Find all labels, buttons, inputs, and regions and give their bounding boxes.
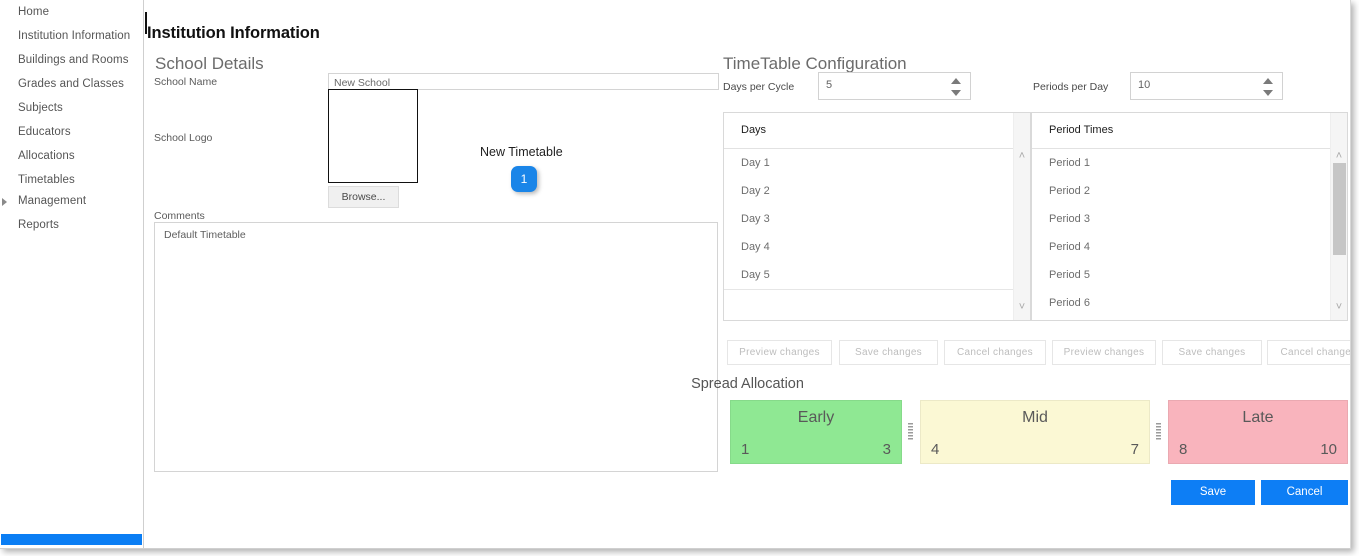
periods-preview-changes-button[interactable]: Preview changes (1052, 340, 1156, 365)
sidebar-item-home[interactable]: Home (18, 6, 49, 18)
sidebar-item-timetables[interactable]: Timetables (18, 174, 75, 186)
scroll-up-icon[interactable]: ˄ (1334, 151, 1344, 162)
triangle-right-icon (2, 198, 7, 206)
days-list-panel: Days Day 1 Day 2 Day 3 Day 4 Day 5 ˄ ˅ (723, 112, 1031, 321)
periods-per-day-stepper-arrows[interactable] (1263, 78, 1274, 96)
periods-save-changes-button[interactable]: Save changes (1162, 340, 1262, 365)
period-times-list-panel: Period Times Period 1 Period 2 Period 3 … (1031, 112, 1348, 321)
chevron-up-icon[interactable] (951, 78, 961, 84)
list-item[interactable]: Period 4 (1032, 233, 1330, 261)
timetable-name-label: New Timetable (480, 145, 563, 159)
days-list-body[interactable]: Day 1 Day 2 Day 3 Day 4 Day 5 (724, 149, 1013, 320)
sidebar-item-allocations[interactable]: Allocations (18, 150, 75, 162)
spread-block-title: Mid (1022, 409, 1048, 426)
days-per-cycle-label: Days per Cycle (723, 81, 795, 93)
application-window: Home Institution Information Buildings a… (0, 0, 1351, 549)
sidebar-navigation: Home Institution Information Buildings a… (0, 0, 144, 548)
list-item[interactable]: Period 5 (1032, 261, 1330, 289)
list-item[interactable]: Day 5 (724, 261, 1013, 289)
main-content: Institution Information School Details S… (145, 0, 1350, 548)
list-item[interactable]: Day 2 (724, 177, 1013, 205)
days-preview-changes-button[interactable]: Preview changes (727, 340, 832, 365)
spread-block-start: 8 (1179, 441, 1188, 458)
spread-block-start: 4 (931, 441, 940, 458)
days-per-cycle-value: 5 (826, 79, 833, 91)
save-button[interactable]: Save (1171, 480, 1255, 505)
spread-block-title: Late (1242, 409, 1274, 426)
period-times-list-header-label: Period Times (1049, 124, 1114, 136)
spread-block-end: 3 (882, 441, 891, 458)
sidebar-item-reports[interactable]: Reports (18, 219, 59, 231)
days-per-cycle-stepper[interactable]: 5 (818, 72, 971, 100)
periods-per-day-label: Periods per Day (1033, 81, 1109, 93)
spread-block-end: 7 (1130, 441, 1139, 458)
sidebar-horizontal-scrollbar-thumb[interactable] (1, 534, 142, 545)
period-times-list-rows: Period 1 Period 2 Period 3 Period 4 Peri… (1032, 149, 1330, 320)
timetable-configuration-heading: TimeTable Configuration (723, 54, 907, 73)
list-item[interactable]: Period 2 (1032, 177, 1330, 205)
period-times-scrollbar-thumb[interactable] (1333, 163, 1346, 255)
scroll-up-icon[interactable]: ˄ (1017, 151, 1027, 162)
list-item[interactable]: Period 1 (1032, 149, 1330, 177)
chevron-up-icon[interactable] (1263, 78, 1273, 84)
list-item[interactable]: Period 3 (1032, 205, 1330, 233)
timetable-index-badge[interactable]: 1 (511, 166, 537, 192)
sidebar-item-subjects[interactable]: Subjects (18, 102, 63, 114)
spread-block-late[interactable]: Late 8 10 (1168, 400, 1348, 464)
spread-block-early[interactable]: Early 1 3 (730, 400, 902, 464)
school-logo-label: School Logo (154, 132, 213, 144)
spread-block-title: Early (797, 409, 835, 426)
comments-textarea[interactable]: Default Timetable (154, 222, 718, 472)
browse-button[interactable]: Browse... (328, 186, 399, 208)
page-title: Institution Information (147, 24, 320, 43)
sidebar-item-buildings-and-rooms[interactable]: Buildings and Rooms (18, 54, 129, 66)
school-logo-preview[interactable] (328, 89, 418, 183)
days-cancel-changes-button[interactable]: Cancel changes (944, 340, 1046, 365)
spread-divider-handle-1[interactable] (908, 423, 913, 441)
sidebar-item-management[interactable]: Management (18, 195, 86, 207)
days-list-header: Days (724, 113, 1013, 149)
spread-divider-handle-2[interactable] (1156, 423, 1161, 441)
sidebar-item-institution-information[interactable]: Institution Information (18, 30, 130, 42)
school-details-heading: School Details (155, 54, 264, 73)
periods-per-day-stepper[interactable]: 10 (1130, 72, 1283, 100)
periods-cancel-changes-button[interactable]: Cancel changes (1267, 340, 1350, 365)
list-item[interactable]: Day 3 (724, 205, 1013, 233)
list-item[interactable]: Day 4 (724, 233, 1013, 261)
spread-block-end: 10 (1320, 441, 1337, 458)
period-times-list-header: Period Times (1032, 113, 1330, 149)
days-list-rows: Day 1 Day 2 Day 3 Day 4 Day 5 (724, 149, 1013, 290)
days-list-scrollbar[interactable]: ˄ ˅ (1013, 113, 1030, 320)
comments-label: Comments (154, 210, 205, 222)
period-times-list-body[interactable]: Period 1 Period 2 Period 3 Period 4 Peri… (1032, 149, 1330, 320)
spread-block-mid[interactable]: Mid 4 7 (920, 400, 1150, 464)
scroll-down-icon[interactable]: ˅ (1334, 302, 1344, 313)
school-name-label: School Name (154, 76, 218, 88)
period-times-list-scrollbar[interactable]: ˄ ˅ (1330, 113, 1347, 320)
sidebar-item-educators[interactable]: Educators (18, 126, 71, 138)
spread-block-start: 1 (741, 441, 750, 458)
chevron-down-icon[interactable] (1263, 90, 1273, 96)
days-save-changes-button[interactable]: Save changes (839, 340, 938, 365)
cancel-button[interactable]: Cancel (1261, 480, 1348, 505)
days-per-cycle-stepper-arrows[interactable] (951, 78, 962, 96)
list-item[interactable]: Day 1 (724, 149, 1013, 177)
school-name-input[interactable] (328, 73, 719, 90)
list-item[interactable]: Period 7 (1032, 317, 1330, 320)
days-list-header-label: Days (741, 124, 767, 136)
chevron-down-icon[interactable] (951, 90, 961, 96)
scroll-down-icon[interactable]: ˅ (1017, 302, 1027, 313)
sidebar-item-grades-and-classes[interactable]: Grades and Classes (18, 78, 124, 90)
spread-allocation-heading: Spread Allocation (691, 376, 804, 392)
periods-per-day-value: 10 (1138, 79, 1151, 91)
list-item[interactable]: Period 6 (1032, 289, 1330, 317)
